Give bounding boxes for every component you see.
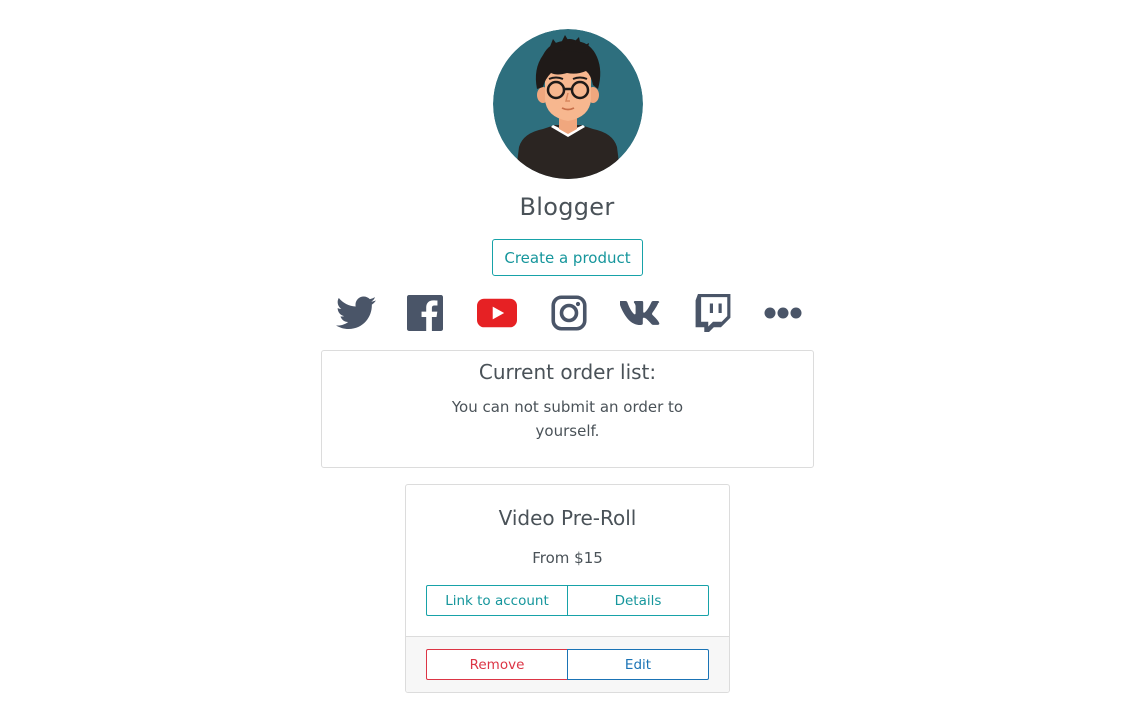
instagram-link[interactable]: [549, 293, 589, 333]
product-title: Video Pre-Roll: [498, 506, 637, 530]
instagram-icon: [551, 295, 587, 331]
youtube-link[interactable]: [477, 293, 517, 333]
order-list-message: You can not submit an order to yourself.: [451, 398, 684, 440]
edit-button[interactable]: Edit: [567, 649, 709, 680]
twitter-icon: [336, 296, 376, 329]
youtube-icon: [477, 298, 517, 328]
avatar: [493, 29, 643, 179]
order-list-title: Current order list:: [478, 360, 657, 384]
profile-name: Blogger: [519, 193, 615, 221]
facebook-icon: [407, 295, 443, 331]
product-admin-actions: Remove Edit: [426, 649, 709, 680]
more-link[interactable]: [763, 293, 803, 333]
vk-icon: [620, 301, 660, 325]
twitter-link[interactable]: [336, 293, 376, 333]
details-button[interactable]: Details: [568, 585, 709, 616]
product-price: From $15: [532, 549, 603, 567]
twitch-icon: [695, 294, 731, 332]
link-to-account-button[interactable]: Link to account: [426, 585, 568, 616]
product-actions: Link to account Details: [426, 585, 709, 616]
remove-button[interactable]: Remove: [426, 649, 568, 680]
create-product-button[interactable]: Create a product: [492, 239, 643, 276]
social-links: [0, 293, 1134, 333]
more-icon: [764, 307, 802, 319]
product-card: Video Pre-Roll From $15 Link to account …: [405, 484, 730, 693]
order-list-panel: Current order list: You can not submit a…: [321, 350, 814, 468]
vk-link[interactable]: [620, 293, 660, 333]
facebook-link[interactable]: [405, 293, 445, 333]
twitch-link[interactable]: [693, 293, 733, 333]
